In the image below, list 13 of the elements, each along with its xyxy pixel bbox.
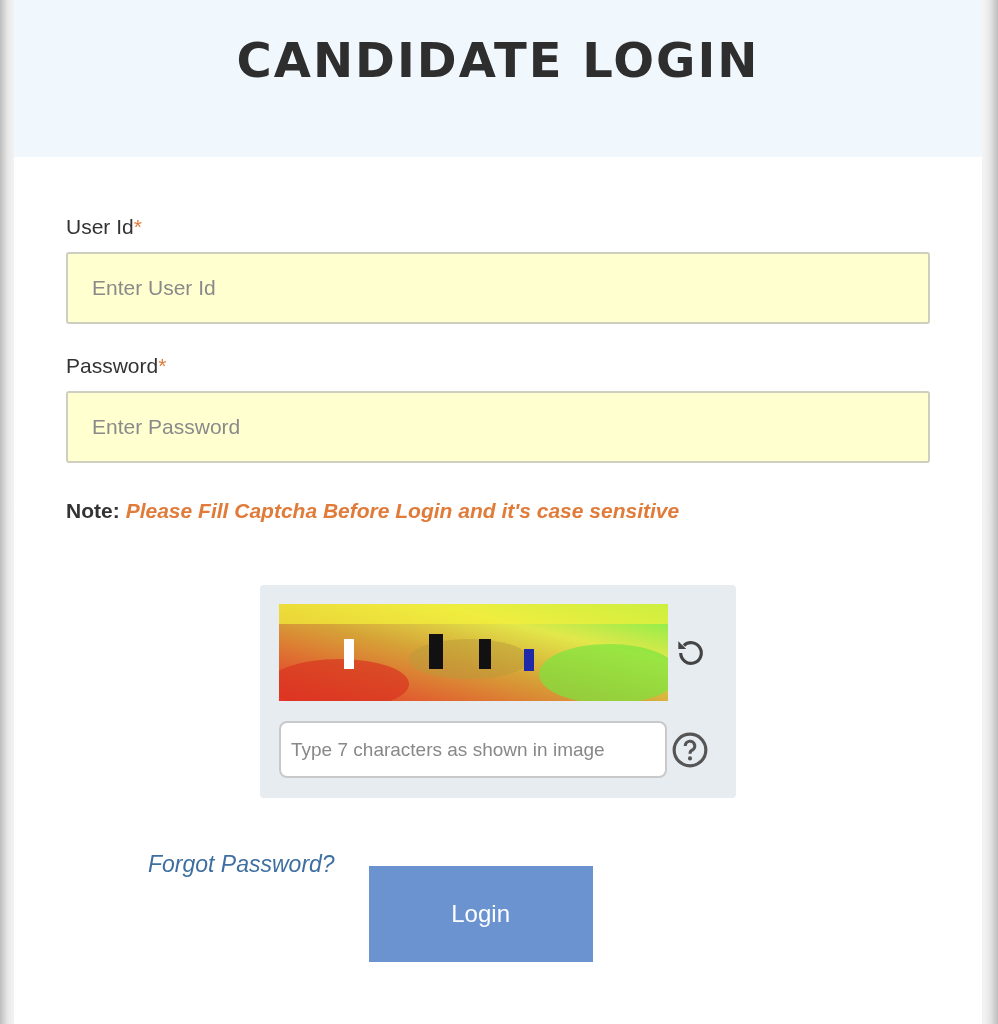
captcha-field[interactable]: Type 7 characters as shown in image <box>279 721 667 778</box>
login-button[interactable]: Login <box>368 866 593 962</box>
field-label: Password <box>66 354 159 378</box>
field-label: User Id <box>66 215 134 239</box>
help-icon[interactable] <box>671 730 709 769</box>
note-label: Note: <box>66 499 120 522</box>
required-mark: * <box>158 354 167 378</box>
note-text: Please Fill Captcha Before Login and it's case sensitive <box>125 499 680 522</box>
page-title: CANDIDATE LOGIN <box>236 31 760 90</box>
required-mark: * <box>133 215 142 239</box>
forgot-password-link[interactable]: Forgot Password? <box>148 851 335 878</box>
input-field[interactable]: Enter Password <box>66 391 930 463</box>
input-field[interactable]: Enter User Id <box>66 252 930 324</box>
